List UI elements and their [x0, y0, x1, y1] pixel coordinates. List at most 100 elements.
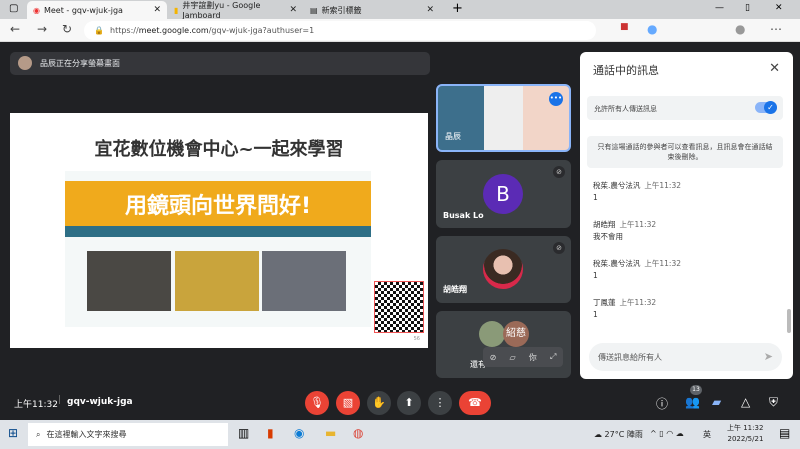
expand-icon[interactable]: ⤢ — [550, 352, 556, 362]
chat-input[interactable]: 傳送訊息給所有人 ➤ — [589, 343, 782, 371]
presentation: 宜花數位機會中心~一起來學習 用鏡頭向世界問好! 56 — [10, 113, 428, 348]
chat-placeholder: 傳送訊息給所有人 — [598, 352, 662, 362]
profile-avatar[interactable]: ● — [735, 22, 745, 36]
taskbar-search[interactable]: ⌕ 在這裡輸入文字來搜尋 — [28, 423, 228, 446]
participant-tile[interactable]: 紹慈 還有 ⊘ ▱ 你 ⤢ — [436, 311, 571, 378]
info-icon[interactable]: ⓘ — [656, 395, 668, 412]
participant-tile[interactable]: 晶辰 ••• — [436, 84, 571, 152]
minimize-button[interactable]: — — [715, 3, 724, 13]
chrome-icon[interactable]: ◍ — [353, 426, 363, 440]
ime-indicator[interactable]: 英 — [703, 429, 711, 440]
more-options-button[interactable]: ⋮ — [428, 391, 452, 415]
office-icon[interactable]: ▮ — [267, 426, 274, 440]
task-view-icon[interactable]: ▥ — [238, 426, 249, 440]
photo — [87, 251, 171, 311]
text: 我不會用 — [593, 232, 623, 241]
file-explorer-icon[interactable]: ▬ — [325, 426, 336, 440]
mic-off-icon[interactable]: ⊘ — [490, 353, 497, 362]
avatar: 紹慈 — [503, 321, 529, 347]
tab-label: 井宇誼劃yu - Google Jamboard — [182, 1, 261, 20]
mic-off-button[interactable]: 🎙 — [305, 391, 329, 415]
time: 上午11:32 — [644, 259, 682, 268]
photo — [175, 251, 259, 311]
camera-off-icon[interactable]: ▱ — [509, 353, 515, 362]
taskbar: ⊞ ⌕ 在這裡輸入文字來搜尋 ▥ ▮ ◉ ▬ ◍ ☁ 27°C 陣雨 ^ ▯ ◠ … — [0, 420, 800, 449]
tray-icons[interactable]: ^ ▯ ◠ ☁ — [650, 429, 684, 438]
page-icon: ▤ — [310, 5, 318, 15]
jamboard-icon: ▮ — [174, 5, 179, 15]
notification-icon[interactable]: ▤ — [779, 426, 790, 440]
speaking-indicator-icon: ••• — [549, 92, 563, 106]
allow-messages-row: 允許所有人傳送訊息 ✓ — [587, 96, 783, 120]
url-input[interactable]: 🔒 https://meet.google.com/gqv-wjuk-jga?au… — [84, 21, 596, 40]
text: 1 — [593, 193, 598, 202]
participant-tile[interactable]: B Busak Lo ⊘ — [436, 160, 571, 228]
address-bar-row: ← → ↻ 🔒 https://meet.google.com/gqv-wjuk-… — [0, 19, 800, 42]
forward-button[interactable]: → — [37, 22, 47, 36]
close-tab-icon[interactable]: ✕ — [426, 5, 434, 15]
slide-page-number: 56 — [413, 336, 420, 342]
raise-hand-button[interactable]: ✋ — [367, 391, 391, 415]
url-path: /gqv-wjuk-jga?authuser=1 — [208, 26, 315, 35]
chat-message: 胡皓翔 上午11:32 我不會用 — [593, 219, 656, 243]
tab-actions-icon[interactable]: ▢ — [9, 3, 18, 14]
host-controls-icon[interactable]: ⛨ — [769, 395, 778, 410]
close-window-button[interactable]: ✕ — [775, 3, 783, 13]
lock-icon: 🔒 — [94, 26, 104, 35]
meet-controls: 上午11:32 | gqv-wjuk-jga 🎙 ▧ ✋ ⬆ ⋮ ☎ ⓘ 👥 1… — [0, 385, 800, 420]
extension-icon[interactable]: ■ — [620, 22, 629, 32]
close-tab-icon[interactable]: ✕ — [289, 5, 297, 15]
leave-call-button[interactable]: ☎ — [459, 391, 491, 415]
edge-icon[interactable]: ◉ — [294, 426, 304, 440]
search-placeholder: 在這裡輸入文字來搜尋 — [46, 430, 127, 439]
tab-bar: ▢ ◉ Meet - gqv-wjuk-jga ✕ ▮ 井宇誼劃yu - Google… — [0, 0, 800, 20]
extension-icon[interactable]: ● — [647, 22, 657, 36]
time: 上午11:32 — [644, 181, 682, 190]
tab-label: 新索引標籤 — [321, 5, 362, 15]
qr-code — [374, 281, 424, 333]
back-button[interactable]: ← — [10, 22, 20, 36]
camera-off-button[interactable]: ▧ — [336, 391, 360, 415]
close-chat-button[interactable]: ✕ — [769, 61, 780, 76]
site-nav — [65, 226, 371, 237]
meeting-time: 上午11:32 — [14, 400, 58, 410]
photo — [262, 251, 346, 311]
tab-jamboard[interactable]: ▮ 井宇誼劃yu - Google Jamboard ✕ — [168, 1, 303, 20]
close-tab-icon[interactable]: ✕ — [153, 5, 161, 15]
website-screenshot: 用鏡頭向世界問好! — [65, 171, 371, 327]
avatar — [479, 321, 505, 347]
weather-widget[interactable]: ☁ 27°C 陣雨 — [594, 429, 643, 440]
allow-messages-toggle[interactable]: ✓ — [755, 101, 777, 114]
participant-tile[interactable]: 胡皓翔 ⊘ — [436, 236, 571, 303]
sender: 稅茱.農兮法汎 — [593, 181, 641, 190]
slide-title: 宜花數位機會中心~一起來學習 — [94, 139, 344, 160]
url-prefix: https:// — [110, 26, 139, 35]
sender: 稅茱.農兮法汎 — [593, 259, 641, 268]
self-label: 你 — [528, 352, 537, 362]
site-banner: 用鏡頭向世界問好! — [65, 181, 371, 226]
menu-icon[interactable]: ⋯ — [770, 22, 782, 36]
send-icon[interactable]: ➤ — [764, 350, 773, 363]
chat-message: 丁鳳蓮 上午11:32 1 — [593, 297, 656, 321]
text: 1 — [593, 310, 598, 319]
clock-date: 2022/5/21 — [727, 435, 764, 443]
mic-off-icon: ⊘ — [553, 166, 565, 178]
clock-time: 上午 11:32 — [727, 424, 764, 432]
windows-start-icon[interactable]: ⊞ — [8, 426, 18, 440]
present-button[interactable]: ⬆ — [397, 391, 421, 415]
people-icon[interactable]: 👥 — [685, 395, 700, 409]
scrollbar[interactable] — [787, 309, 791, 333]
reload-button[interactable]: ↻ — [62, 22, 72, 36]
chat-message: 稅茱.農兮法汎 上午11:32 1 — [593, 258, 681, 282]
chat-icon[interactable]: ▰ — [712, 395, 721, 409]
restore-button[interactable]: ▯ — [745, 3, 750, 13]
tab-meet[interactable]: ◉ Meet - gqv-wjuk-jga ✕ — [27, 1, 167, 19]
avatar — [18, 56, 32, 70]
divider: | — [58, 395, 62, 405]
participant-name: 胡皓翔 — [443, 285, 467, 294]
avatar: B — [483, 174, 523, 214]
activities-icon[interactable]: △ — [741, 395, 750, 409]
tab-new[interactable]: ▤ 新索引標籤 ✕ — [304, 1, 440, 19]
new-tab-button[interactable]: + — [452, 1, 463, 16]
clock[interactable]: 上午 11:32 2022/5/21 — [727, 423, 763, 445]
